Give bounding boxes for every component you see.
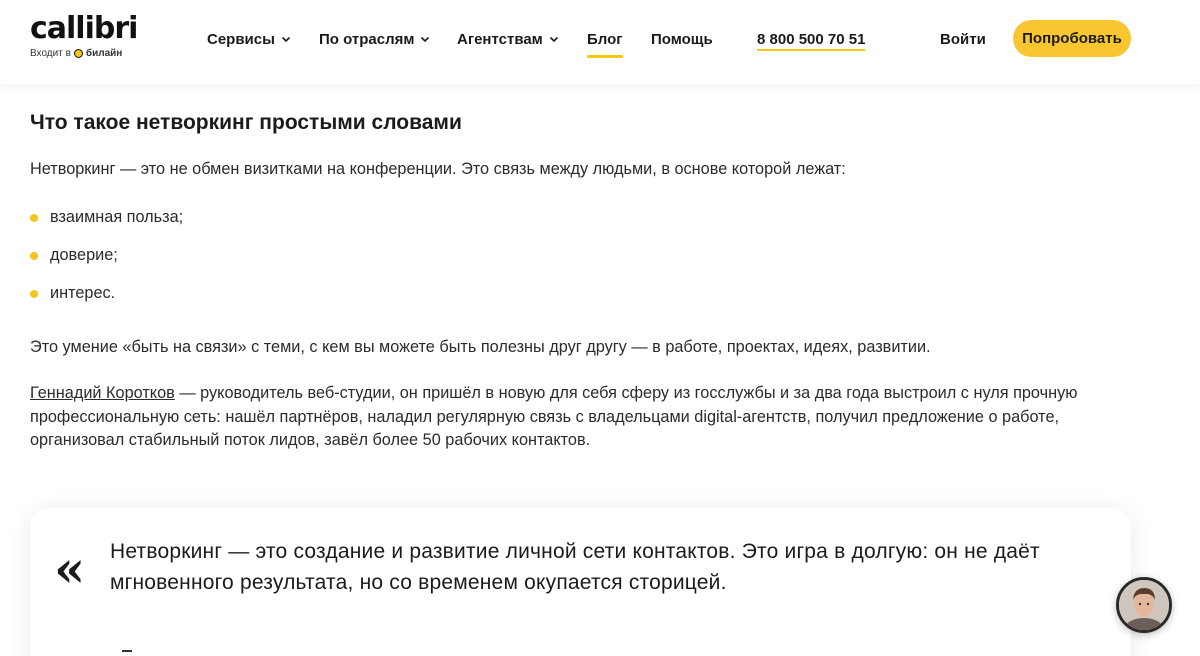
list-item: интерес. <box>30 282 183 320</box>
paragraph-3: Геннадий Коротков — руководитель веб-сту… <box>30 382 1130 453</box>
try-button[interactable]: Попробовать <box>1013 20 1131 57</box>
login-link[interactable]: Войти <box>940 28 986 50</box>
logo-wordmark: callibri <box>30 11 138 46</box>
paragraph-2: Это умение «быть на связи» с теми, с кем… <box>30 338 931 356</box>
nav-item-label: Агентствам <box>457 30 543 48</box>
list-item: взаимная польза; <box>30 206 183 244</box>
intro-paragraph: Нетворкинг — это не обмен визитками на к… <box>30 160 846 178</box>
nav-item-services[interactable]: Сервисы <box>207 28 291 50</box>
nav-item-industries[interactable]: По отраслям <box>319 28 430 50</box>
site-header: callibri Входит в билайн Сервисы По отра… <box>0 0 1200 84</box>
list-item-text: взаимная польза; <box>50 208 184 226</box>
logo-sub-prefix: Входит в <box>30 48 71 59</box>
bullet-dot-icon <box>30 290 38 298</box>
chevron-down-icon <box>281 36 291 43</box>
chevron-down-icon <box>421 36 430 43</box>
nav-item-label: Блог <box>587 30 623 48</box>
nav-item-label: Сервисы <box>207 30 275 48</box>
article-body: Что такое нетворкинг простыми словами Не… <box>30 108 1140 449</box>
phone-underline <box>757 49 866 51</box>
paragraph-3-text: — руководитель веб-студии, он пришёл в н… <box>30 384 1078 449</box>
quote-text: Нетворкинг — это создание и развитие лич… <box>110 540 1040 594</box>
nav-item-label: Помощь <box>651 30 713 48</box>
phone-number: 8 800 500 70 51 <box>757 30 866 48</box>
quote-mark-icon: « <box>54 539 86 598</box>
nav-item-blog[interactable]: Блог <box>587 28 623 58</box>
nav-item-help[interactable]: Помощь <box>651 28 713 50</box>
list-item-text: доверие; <box>50 246 118 264</box>
login-label: Войти <box>940 30 986 48</box>
active-nav-underline <box>587 55 623 58</box>
list-item-text: интерес. <box>50 284 116 302</box>
phone-link[interactable]: 8 800 500 70 51 <box>757 28 866 51</box>
bullet-dot-icon <box>30 214 38 222</box>
chat-widget-avatar[interactable] <box>1116 577 1172 633</box>
author-link[interactable]: Геннадий Коротков <box>30 384 175 402</box>
list-item: доверие; <box>30 244 183 282</box>
quote-card: « Нетворкинг — это создание и развитие л… <box>30 508 1131 656</box>
person-photo-icon <box>1119 580 1169 630</box>
nav-item-agencies[interactable]: Агентствам <box>457 28 559 50</box>
logo-subtitle: Входит в билайн <box>30 48 150 59</box>
chevron-down-icon <box>549 36 558 43</box>
section-heading: Что такое нетворкинг простыми словами <box>30 111 462 134</box>
bullet-dot-icon <box>30 252 38 260</box>
bullet-list: взаимная польза; доверие; интерес. <box>30 206 183 320</box>
beeline-icon <box>73 49 83 58</box>
logo-sub-brand: билайн <box>85 48 123 59</box>
quote-author-line <box>122 650 132 656</box>
callibri-logo[interactable]: callibri Входит в билайн <box>30 12 150 66</box>
nav-item-label: По отраслям <box>319 30 415 48</box>
